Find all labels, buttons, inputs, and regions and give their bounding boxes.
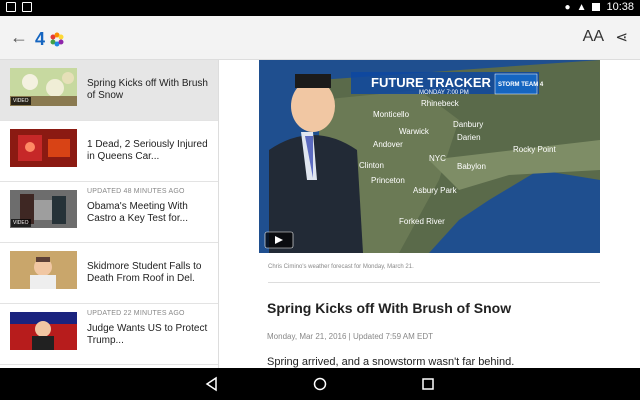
navigation-bar xyxy=(0,368,640,400)
map-label: Princeton xyxy=(371,176,405,185)
story-thumbnail xyxy=(10,129,77,167)
text-size-button[interactable]: AA xyxy=(583,28,604,46)
map-label: Warwick xyxy=(399,127,430,136)
list-item[interactable]: Skidmore Student Falls to Death From Roo… xyxy=(0,243,218,304)
map-label: Rhinebeck xyxy=(421,99,460,108)
updated-label: UPDATED 22 MINUTES AGO xyxy=(87,310,185,317)
story-list: VIDEO Spring Kicks off With Brush of Sno… xyxy=(0,60,219,368)
story-headline: 1 Dead, 2 Seriously Injured in Queens Ca… xyxy=(87,139,208,162)
article-title: Spring Kicks off With Brush of Snow xyxy=(267,300,512,316)
nbc4-logo: 4 xyxy=(35,29,64,48)
location-icon: ● xyxy=(564,1,571,13)
story-thumbnail xyxy=(10,251,77,289)
map-label: Rocky Point xyxy=(513,145,556,154)
story-headline: Spring Kicks off With Brush of Snow xyxy=(87,78,208,101)
storm-badge: STORM TEAM 4 xyxy=(498,82,544,88)
video-player[interactable]: FUTURE TRACKER MONDAY 7:00 PM STORM TEAM… xyxy=(259,60,600,253)
story-headline: Obama's Meeting With Castro a Key Test f… xyxy=(87,201,188,224)
nav-back-icon[interactable] xyxy=(204,376,220,392)
list-item[interactable]: VIDEO Spring Kicks off With Brush of Sno… xyxy=(0,60,218,121)
map-label: Asbury Park xyxy=(413,186,458,195)
updated-label: UPDATED 48 MINUTES AGO xyxy=(87,188,185,195)
app-bar: ← 4 AA ⋖ xyxy=(0,16,640,60)
clock: 10:38 xyxy=(606,1,634,13)
tracker-time: MONDAY 7:00 PM xyxy=(419,90,469,96)
map-label: Babylon xyxy=(457,162,486,171)
map-label: Forked River xyxy=(399,217,445,226)
article-panel: FUTURE TRACKER MONDAY 7:00 PM STORM TEAM… xyxy=(220,60,640,368)
video-caption: Chris Cimino's weather forecast for Mond… xyxy=(268,264,414,270)
list-item[interactable]: UPDATED 22 MINUTES AGO Judge Wants US to… xyxy=(0,304,218,365)
video-badge: VIDEO xyxy=(11,219,31,227)
nav-home-icon[interactable] xyxy=(312,376,328,392)
gallery-notification-icon xyxy=(6,2,16,12)
svg-text:4: 4 xyxy=(35,29,45,48)
article-body: Spring arrived, and a snowstorm wasn't f… xyxy=(267,356,515,368)
divider xyxy=(268,282,600,283)
article-meta: Monday, Mar 21, 2016 | Updated 7:59 AM E… xyxy=(267,332,434,341)
story-thumbnail xyxy=(10,312,77,350)
tracker-title: FUTURE TRACKER xyxy=(371,75,491,90)
map-label: Monticello xyxy=(373,110,410,119)
map-label: Clinton xyxy=(359,161,384,170)
map-label: Darien xyxy=(457,133,481,142)
story-headline: Skidmore Student Falls to Death From Roo… xyxy=(87,261,202,284)
map-label: NYC xyxy=(429,154,446,163)
list-item[interactable]: 1 Dead, 2 Seriously Injured in Queens Ca… xyxy=(0,121,218,182)
map-label: Andover xyxy=(373,140,403,149)
share-icon[interactable]: ⋖ xyxy=(615,28,628,46)
wifi-icon: ▲ xyxy=(576,1,587,13)
phone-notification-icon xyxy=(22,2,32,12)
arrow-left-icon[interactable]: ← xyxy=(10,28,28,46)
status-bar: ● ▲ 10:38 xyxy=(0,0,640,16)
nav-recents-icon[interactable] xyxy=(420,376,436,392)
list-item[interactable]: VIDEO UPDATED 48 MINUTES AGO Obama's Mee… xyxy=(0,182,218,243)
battery-icon xyxy=(592,3,601,11)
weather-map-frame: FUTURE TRACKER MONDAY 7:00 PM STORM TEAM… xyxy=(259,60,600,253)
map-label: Danbury xyxy=(453,120,483,129)
video-badge: VIDEO xyxy=(11,97,31,105)
story-headline: Judge Wants US to Protect Trump... xyxy=(87,323,208,346)
